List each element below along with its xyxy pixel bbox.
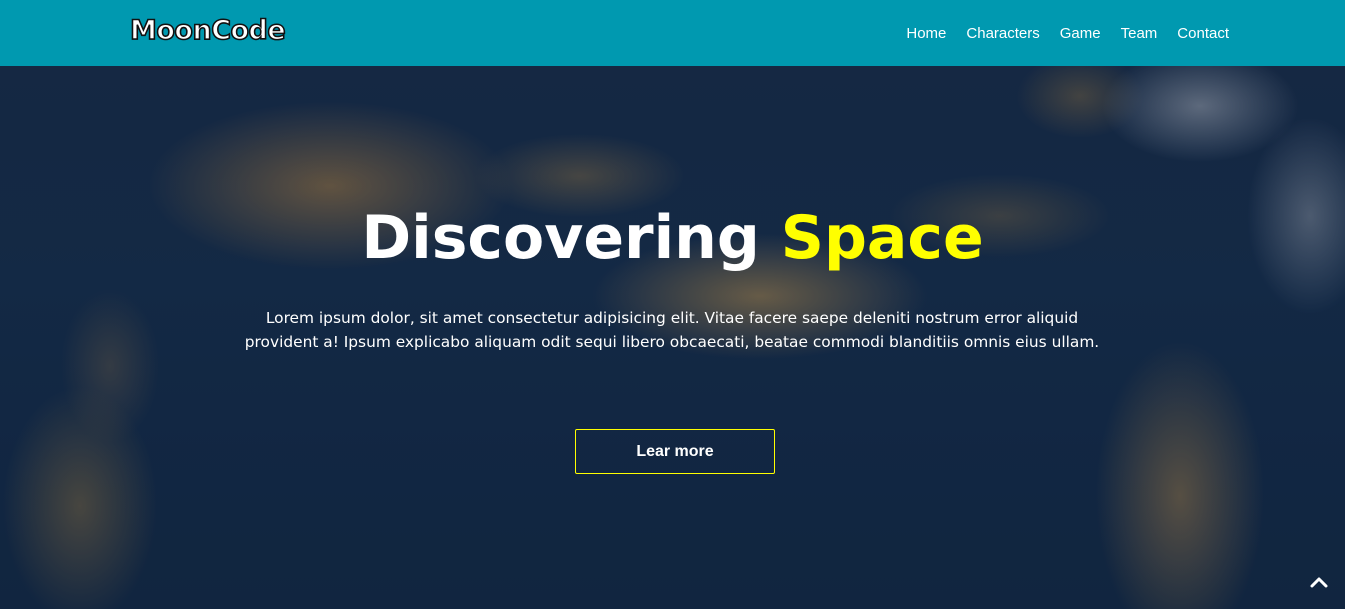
nav-link-game[interactable]: Game bbox=[1060, 25, 1101, 42]
scroll-top-button[interactable] bbox=[1307, 571, 1331, 595]
hero-title-accent: Space bbox=[780, 203, 984, 273]
hero-title: Discovering Space bbox=[0, 200, 1345, 276]
main-nav: Home Characters Game Team Contact bbox=[906, 0, 1229, 66]
chevron-up-icon bbox=[1310, 577, 1328, 588]
navbar: MoonCode Home Characters Game Team Conta… bbox=[0, 0, 1345, 66]
nav-link-contact[interactable]: Contact bbox=[1177, 25, 1229, 42]
nav-link-team[interactable]: Team bbox=[1121, 25, 1158, 42]
site-logo[interactable]: MoonCode bbox=[129, 14, 286, 48]
hero-content: Discovering Space Lorem ipsum dolor, sit… bbox=[0, 66, 1345, 609]
nav-link-characters[interactable]: Characters bbox=[966, 25, 1039, 42]
hero-title-main: Discovering bbox=[361, 203, 760, 273]
hero-section: Discovering Space Lorem ipsum dolor, sit… bbox=[0, 66, 1345, 609]
hero-description: Lorem ipsum dolor, sit amet consectetur … bbox=[244, 309, 1100, 351]
learn-more-button[interactable]: Lear more bbox=[575, 429, 775, 474]
nav-link-home[interactable]: Home bbox=[906, 25, 946, 42]
